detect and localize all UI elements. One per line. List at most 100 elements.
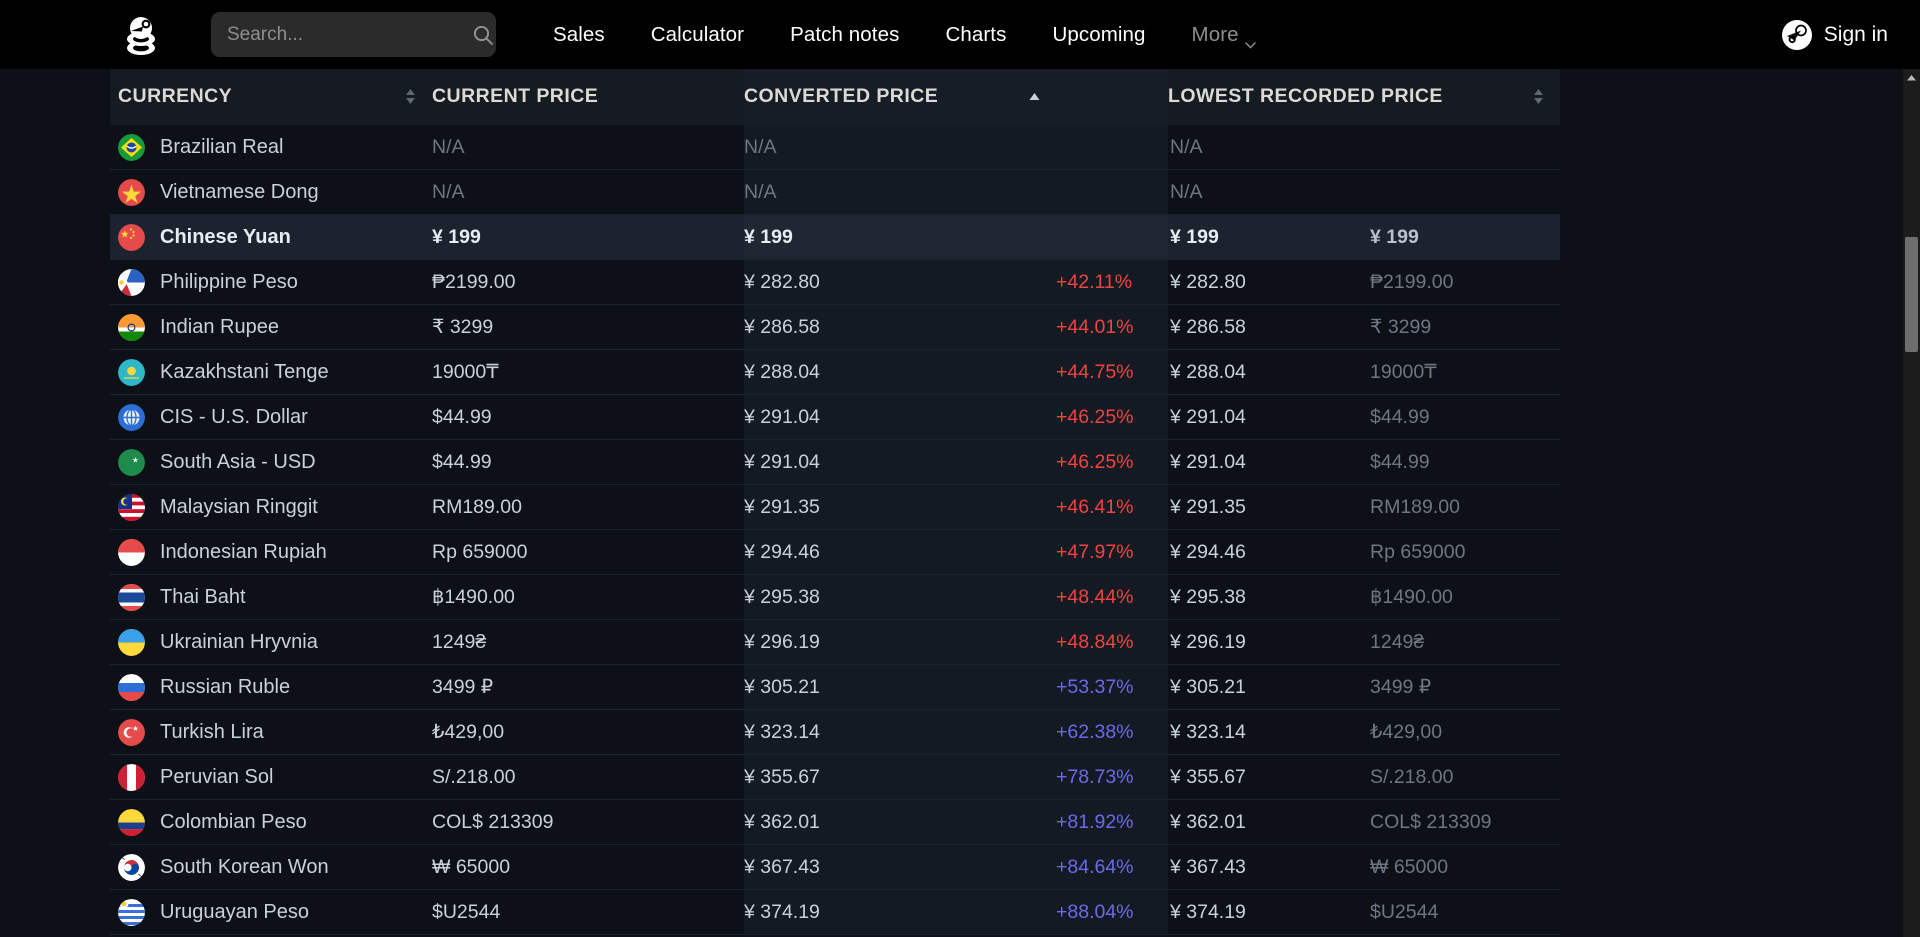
steam-coins-logo-icon[interactable] (118, 12, 164, 58)
cell-lowest-original-price: $44.99 (1368, 395, 1560, 440)
cell-lowest-original-price: COL$ 213309 (1368, 800, 1560, 845)
table-row[interactable]: Colombian PesoCOL$ 213309¥ 362.01+81.92%… (110, 800, 1560, 845)
scroll-up-arrow-icon[interactable] (1903, 69, 1920, 86)
cell-currency[interactable]: Uruguayan Peso (110, 890, 432, 935)
cell-currency[interactable]: Chinese Yuan (110, 215, 432, 260)
table-row[interactable]: CIS - U.S. Dollar$44.99¥ 291.04+46.25%¥ … (110, 395, 1560, 440)
cell-current-price: N/A (432, 125, 744, 170)
cell-lowest-original-price: ¥ 199 (1368, 215, 1560, 260)
currency-name: Colombian Peso (160, 811, 307, 834)
price-table-container: CURRENCY CURRENT PRICE (0, 69, 1920, 937)
nav-link-charts[interactable]: Charts (922, 23, 1029, 47)
table-row[interactable]: Indonesian RupiahRp 659000¥ 294.46+47.97… (110, 530, 1560, 575)
cell-currency[interactable]: Philippine Peso (110, 260, 432, 305)
nav-link-upcoming[interactable]: Upcoming (1029, 23, 1168, 47)
cell-current-price: $U2544 (432, 890, 744, 935)
cell-currency[interactable]: Brazilian Real (110, 125, 432, 170)
scrollbar-thumb[interactable] (1905, 237, 1918, 352)
sort-ascending-icon[interactable] (1027, 87, 1042, 106)
flag-icon-brazil (118, 134, 145, 161)
table-row[interactable]: Kazakhstani Tenge19000₸¥ 288.04+44.75%¥ … (110, 350, 1560, 395)
column-header-converted-price[interactable]: CONVERTED PRICE (744, 69, 1056, 125)
cell-currency[interactable]: CIS - U.S. Dollar (110, 395, 432, 440)
cell-currency[interactable]: South Korean Won (110, 845, 432, 890)
flag-icon-philippines (118, 269, 145, 296)
vertical-scrollbar[interactable] (1903, 69, 1920, 937)
sign-in-button[interactable]: Sign in (1781, 19, 1888, 51)
table-row[interactable]: Malaysian RinggitRM189.00¥ 291.35+46.41%… (110, 485, 1560, 530)
nav-link-more-label: More (1192, 23, 1239, 47)
table-row[interactable]: Peruvian SolS/.218.00¥ 355.67+78.73%¥ 35… (110, 755, 1560, 800)
cell-lowest-original-price (1368, 170, 1560, 215)
cell-lowest-original-price: Rp 659000 (1368, 530, 1560, 575)
nav-link-more[interactable]: More (1169, 23, 1279, 47)
flag-icon-russia (118, 674, 145, 701)
column-header-currency[interactable]: CURRENCY (110, 69, 432, 125)
sort-both-icon[interactable] (403, 87, 418, 106)
search-input[interactable] (227, 24, 472, 46)
currency-name: Vietnamese Dong (160, 181, 319, 204)
table-row[interactable]: South Korean Won₩ 65000¥ 367.43+84.64%¥ … (110, 845, 1560, 890)
top-navigation-bar: Sales Calculator Patch notes Charts Upco… (0, 0, 1920, 69)
cell-percent-change: +42.11% (1056, 260, 1168, 305)
table-header-row: CURRENCY CURRENT PRICE (110, 69, 1560, 125)
table-row[interactable]: Thai Baht฿1490.00¥ 295.38+48.44%¥ 295.38… (110, 575, 1560, 620)
column-header-current-price[interactable]: CURRENT PRICE (432, 69, 744, 125)
nav-link-sales[interactable]: Sales (530, 23, 628, 47)
cell-lowest-original-price: 1249₴ (1368, 620, 1560, 665)
cell-converted-price: ¥ 305.21 (744, 665, 1056, 710)
cell-lowest-original-price: 3499 ₽ (1368, 665, 1560, 710)
nav-links: Sales Calculator Patch notes Charts Upco… (530, 23, 1279, 47)
cell-current-price: Rp 659000 (432, 530, 744, 575)
flag-icon-vietnam (118, 179, 145, 206)
cell-converted-price: ¥ 288.04 (744, 350, 1056, 395)
flag-icon-thailand (118, 584, 145, 611)
cell-currency[interactable]: Russian Ruble (110, 665, 432, 710)
table-row[interactable]: Ukrainian Hryvnia1249₴¥ 296.19+48.84%¥ 2… (110, 620, 1560, 665)
steam-logo-icon (1781, 19, 1813, 51)
column-header-current-price-label: CURRENT PRICE (432, 85, 598, 108)
sort-both-icon-lowest[interactable] (1531, 87, 1546, 106)
table-row[interactable]: Philippine Peso₱2199.00¥ 282.80+42.11%¥ … (110, 260, 1560, 305)
cell-currency[interactable]: South Asia - USD (110, 440, 432, 485)
cell-percent-change: +53.37% (1056, 665, 1168, 710)
search-box[interactable] (211, 12, 496, 57)
cell-currency[interactable]: Peruvian Sol (110, 755, 432, 800)
table-row[interactable]: Chinese Yuan¥ 199¥ 199¥ 199¥ 199 (110, 215, 1560, 260)
cell-lowest-recorded-price: ¥ 199 (1168, 215, 1368, 260)
table-row[interactable]: Turkish Lira₺429,00¥ 323.14+62.38%¥ 323.… (110, 710, 1560, 755)
cell-currency[interactable]: Ukrainian Hryvnia (110, 620, 432, 665)
cell-converted-price: ¥ 199 (744, 215, 1056, 260)
flag-icon-peru (118, 764, 145, 791)
table-row[interactable]: Uruguayan Peso$U2544¥ 374.19+88.04%¥ 374… (110, 890, 1560, 935)
search-icon[interactable] (472, 24, 494, 46)
column-header-lowest-recorded-price[interactable]: LOWEST RECORDED PRICE (1168, 69, 1368, 125)
cell-current-price: 19000₸ (432, 350, 744, 395)
cell-currency[interactable]: Thai Baht (110, 575, 432, 620)
nav-link-patch-notes[interactable]: Patch notes (767, 23, 922, 47)
column-header-lowest-recorded-price-label: LOWEST RECORDED PRICE (1168, 85, 1443, 108)
cell-currency[interactable]: Indian Rupee (110, 305, 432, 350)
table-row[interactable]: Vietnamese DongN/AN/AN/A (110, 170, 1560, 215)
cell-currency[interactable]: Colombian Peso (110, 800, 432, 845)
cell-converted-price: N/A (744, 125, 1056, 170)
cell-current-price: RM189.00 (432, 485, 744, 530)
table-row[interactable]: Russian Ruble3499 ₽¥ 305.21+53.37%¥ 305.… (110, 665, 1560, 710)
table-row[interactable]: South Asia - USD$44.99¥ 291.04+46.25%¥ 2… (110, 440, 1560, 485)
cell-converted-price: ¥ 291.35 (744, 485, 1056, 530)
cell-percent-change: +46.25% (1056, 440, 1168, 485)
cell-currency[interactable]: Turkish Lira (110, 710, 432, 755)
cell-lowest-recorded-price: ¥ 286.58 (1168, 305, 1368, 350)
currency-name: Russian Ruble (160, 676, 290, 699)
cell-currency[interactable]: Malaysian Ringgit (110, 485, 432, 530)
flag-icon-cis (118, 404, 145, 431)
nav-link-calculator[interactable]: Calculator (628, 23, 767, 47)
cell-currency[interactable]: Kazakhstani Tenge (110, 350, 432, 395)
cell-currency[interactable]: Vietnamese Dong (110, 170, 432, 215)
currency-name: Philippine Peso (160, 271, 298, 294)
cell-current-price: COL$ 213309 (432, 800, 744, 845)
table-row[interactable]: Brazilian RealN/AN/AN/A (110, 125, 1560, 170)
currency-name: Ukrainian Hryvnia (160, 631, 318, 654)
cell-currency[interactable]: Indonesian Rupiah (110, 530, 432, 575)
table-row[interactable]: Indian Rupee₹ 3299¥ 286.58+44.01%¥ 286.5… (110, 305, 1560, 350)
